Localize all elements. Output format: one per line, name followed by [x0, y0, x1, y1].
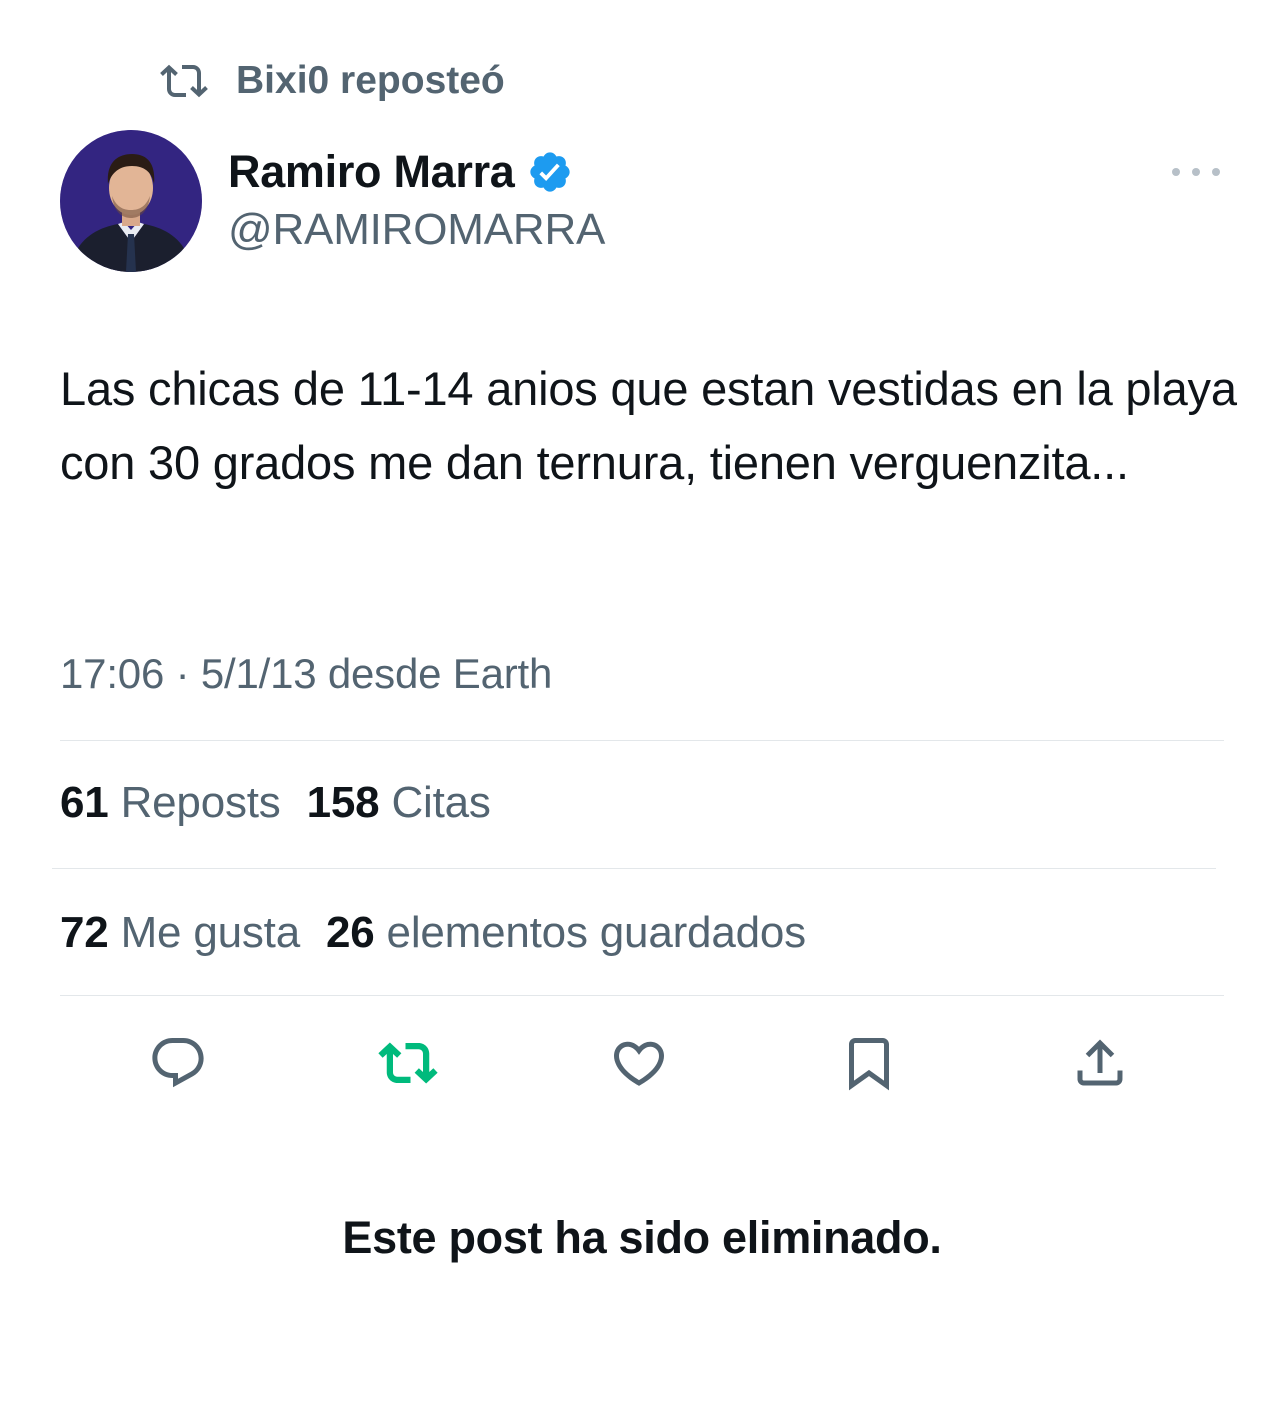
repost-context[interactable]: Bixi0 reposteó [160, 56, 505, 106]
bookmarks-label: elementos guardados [386, 908, 807, 957]
reposts-stat[interactable]: 61 Reposts [60, 778, 281, 828]
tweet-text: Las chicas de 11-14 anios que estan vest… [60, 362, 1237, 489]
more-dot [1172, 168, 1180, 176]
repost-attribution[interactable]: Bixi0 reposteó [236, 59, 505, 103]
avatar[interactable] [60, 130, 202, 272]
bookmarks-count: 26 [325, 908, 375, 957]
author-handle[interactable]: @RAMIROMARRA [228, 205, 605, 255]
likes-count: 72 [60, 908, 109, 957]
like-button[interactable] [604, 1028, 674, 1098]
bookmark-icon [839, 1033, 899, 1093]
tweet-timestamp[interactable]: 17:06 · 5/1/13 desde Earth [60, 650, 552, 698]
share-icon [1070, 1033, 1130, 1093]
share-button[interactable] [1065, 1028, 1135, 1098]
likes-stat[interactable]: 72 Me gusta [60, 908, 300, 958]
retweet-icon [378, 1033, 438, 1093]
likes-label: Me gusta [120, 908, 301, 957]
reposts-count: 61 [60, 778, 109, 827]
reply-icon [148, 1033, 208, 1093]
bookmarks-stat[interactable]: 26 elementos guardados [326, 908, 806, 958]
stats-row-likes-bookmarks: 72 Me gusta 26 elementos guardados [60, 908, 806, 958]
author-name-row[interactable]: Ramiro Marra [228, 146, 573, 198]
quotes-count: 158 [306, 778, 380, 827]
divider [60, 995, 1224, 996]
retweet-icon [160, 57, 208, 105]
repost-button[interactable] [373, 1028, 443, 1098]
more-dot [1192, 168, 1200, 176]
quotes-label: Citas [391, 778, 491, 827]
quotes-stat[interactable]: 158 Citas [307, 778, 491, 828]
more-options-icon[interactable] [1172, 160, 1220, 184]
heart-icon [609, 1033, 669, 1093]
deleted-post-notice: Este post ha sido eliminado. [342, 1212, 942, 1263]
action-bar [0, 1028, 1284, 1098]
divider [60, 740, 1224, 741]
verified-badge-icon [527, 149, 573, 195]
divider [52, 868, 1216, 869]
reply-button[interactable] [143, 1028, 213, 1098]
bookmark-button[interactable] [834, 1028, 904, 1098]
reposts-label: Reposts [120, 778, 281, 827]
more-dot [1212, 168, 1220, 176]
stats-row-reposts-quotes: 61 Reposts 158 Citas [60, 778, 491, 828]
author-name[interactable]: Ramiro Marra [228, 146, 515, 198]
